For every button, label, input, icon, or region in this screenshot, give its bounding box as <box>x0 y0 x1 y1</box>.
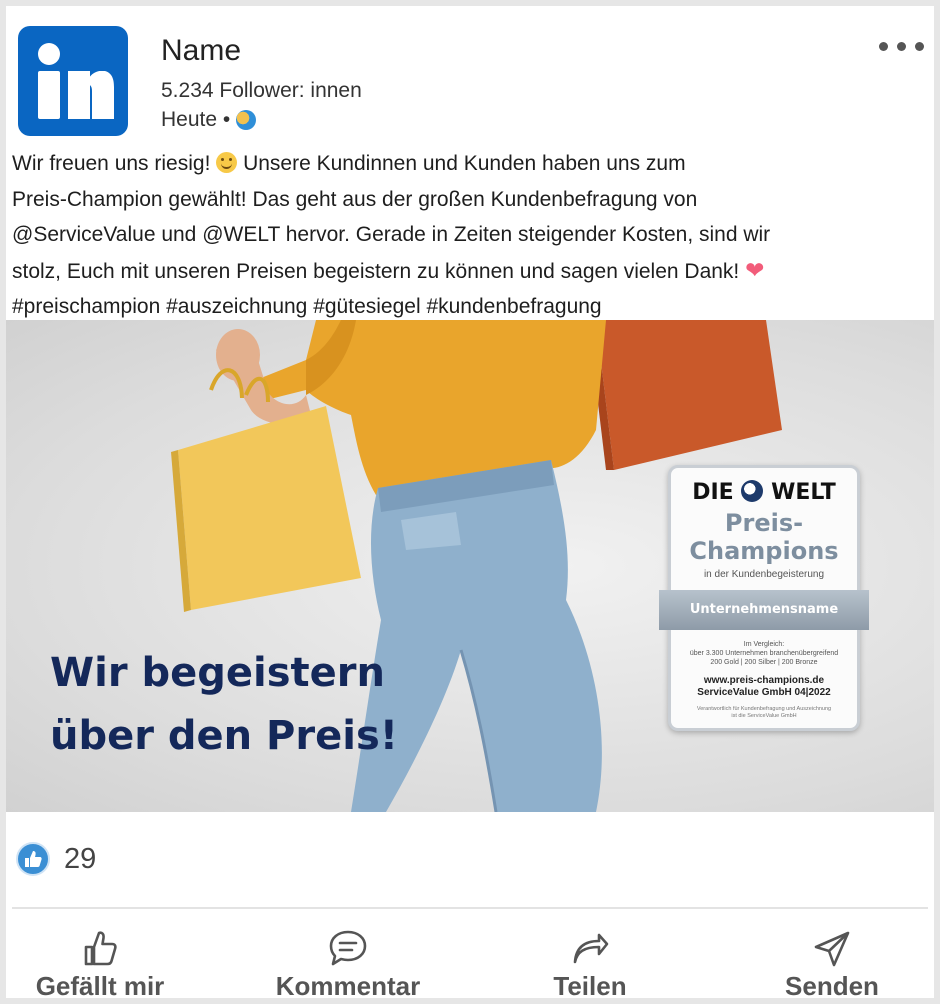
like-button[interactable]: Gefällt mir <box>0 926 200 1002</box>
seal-fine-line-1: Verantwortlich für Kundenbefragung und A… <box>696 706 832 712</box>
seal-fine-line-2: ist die ServiceValue GmbH <box>731 713 797 719</box>
seal-web: www.preis-champions.de ServiceValue GmbH… <box>679 675 849 699</box>
heart-emoji: ❤ <box>745 256 765 283</box>
seal-info: Im Vergleich: über 3.300 Unternehmen bra… <box>679 640 849 667</box>
seal-title-line-2: Champions <box>689 537 839 565</box>
post-line-2: Preis-Champion gewählt! Das geht aus der… <box>12 187 698 211</box>
follower-count: 5.234 Follower: innen <box>161 79 362 102</box>
post-line-1-start: Wir freuen uns riesig! <box>12 152 217 175</box>
share-button[interactable]: Teilen <box>490 926 690 1002</box>
post-line-1: Wir freuen uns riesig! Unsere Kundinnen … <box>12 146 922 182</box>
smile-emoji <box>216 152 238 173</box>
post-line-3: @ServiceValue und @WELT hervor. Gerade i… <box>12 223 771 246</box>
more-options-icon[interactable] <box>879 42 924 51</box>
thumbs-up-icon <box>0 926 200 968</box>
seal-info-line-2: über 3.300 Unternehmen branchenübergreif… <box>689 650 839 657</box>
seal-brand-left: DIE <box>692 480 734 505</box>
seal-subtitle: in der Kundenbegeisterung <box>703 569 825 580</box>
seal-url: www.preis-champions.de <box>703 675 825 686</box>
seal-issuer: ServiceValue GmbH 04|2022 <box>697 687 831 698</box>
seal-brand: DIE WELT <box>671 480 857 505</box>
seal-info-line-1: Im Vergleich: <box>743 641 785 648</box>
globe-icon <box>236 110 257 130</box>
seal-company-band: Unternehmensname <box>659 590 869 630</box>
headline-line-2: über den Preis! <box>50 713 398 759</box>
like-reaction-icon <box>16 842 50 876</box>
send-icon <box>732 926 932 968</box>
logo-i-dot <box>38 43 60 65</box>
globe-icon <box>741 480 764 502</box>
post-line-1-end: Unsere Kundinnen und Kunden haben uns zu… <box>237 152 686 175</box>
reactions-summary[interactable]: 29 <box>16 842 96 876</box>
image-headline: Wir begeistern über den Preis! <box>50 642 398 768</box>
post-image[interactable]: Wir begeistern über den Preis! DIE WELT … <box>6 320 934 812</box>
comment-icon <box>248 926 448 968</box>
more-dot <box>879 42 888 51</box>
seal-brand-right: WELT <box>771 480 836 505</box>
more-dot <box>915 42 924 51</box>
thumbs-up-glyph <box>25 851 42 867</box>
seal-fine-print: Verantwortlich für Kundenbefragung und A… <box>679 706 849 720</box>
send-label: Senden <box>785 971 879 1001</box>
logo-i-bar <box>38 71 60 119</box>
share-label: Teilen <box>553 971 627 1001</box>
author-name[interactable]: Name <box>161 34 241 68</box>
more-dot <box>897 42 906 51</box>
post-meta: Heute • <box>161 108 257 132</box>
award-seal: DIE WELT Preis- Champions in der Kundenb… <box>659 465 869 731</box>
send-button[interactable]: Senden <box>732 926 932 1002</box>
post-text: Wir freuen uns riesig! Unsere Kundinnen … <box>12 146 922 325</box>
headline-line-1: Wir begeistern <box>50 650 385 696</box>
comment-label: Kommentar <box>275 971 421 1001</box>
reaction-count: 29 <box>64 842 97 875</box>
seal-title: Preis- Champions <box>671 509 857 565</box>
post-line-4: stolz, Euch mit unseren Preisen begeiste… <box>12 253 922 290</box>
like-label: Gefällt mir <box>35 971 165 1001</box>
seal-title-line-1: Preis- <box>724 509 804 537</box>
post-time: Heute • <box>161 108 231 131</box>
post-card: Name 5.234 Follower: innen Heute • Wir f… <box>6 6 934 1001</box>
post-line-4-text: stolz, Euch mit unseren Preisen begeiste… <box>12 259 746 283</box>
seal-info-line-3: 200 Gold | 200 Silber | 200 Bronze <box>710 659 818 666</box>
linkedin-logo[interactable] <box>18 26 128 136</box>
divider <box>12 907 928 909</box>
share-arrow-icon <box>490 926 690 968</box>
logo-n-shape <box>68 71 114 119</box>
comment-button[interactable]: Kommentar <box>248 926 448 1002</box>
